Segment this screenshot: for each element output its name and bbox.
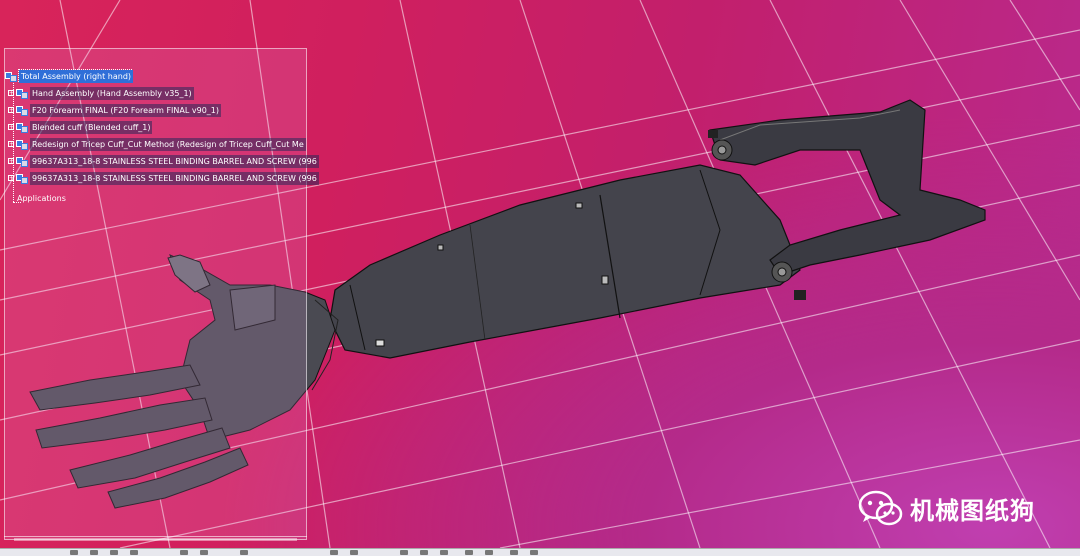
expand-icon[interactable]: +	[8, 158, 14, 165]
expand-icon[interactable]: +	[8, 175, 14, 182]
toolbar-button[interactable]	[530, 550, 538, 555]
specification-tree-panel[interactable]: Total Assembly (right hand) + Hand Assem…	[4, 48, 319, 540]
tree-node-binding-barrel-2[interactable]: + 99637A313_18-8 STAINLESS STEEL BINDING…	[8, 171, 319, 185]
toolbar-button[interactable]	[90, 550, 98, 555]
tree-node-label: Blended cuff (Blended cuff_1)	[30, 120, 153, 134]
tree-node-label: Applications	[17, 193, 66, 203]
scrollbar-thumb[interactable]	[14, 538, 297, 541]
toolbar-button[interactable]	[70, 550, 78, 555]
watermark-text: 机械图纸狗	[910, 496, 1035, 525]
tree-node-tricep-cuff[interactable]: + Redesign of Tricep Cuff_Cut Method (Re…	[8, 137, 306, 151]
part-icon	[16, 172, 28, 184]
tree-node-label: Redesign of Tricep Cuff_Cut Method (Rede…	[30, 137, 306, 151]
wechat-icon	[858, 490, 903, 526]
toolbar-button[interactable]	[465, 550, 473, 555]
tree-node-applications[interactable]: Applications	[15, 191, 68, 205]
toolbar-button[interactable]	[350, 550, 358, 555]
assembly-icon	[5, 70, 17, 82]
toolbar-button[interactable]	[200, 550, 208, 555]
tree-node-label: Hand Assembly (Hand Assembly v35_1)	[30, 86, 194, 100]
tree-node-label: F20 Forearm FINAL (F20 Forearm FINAL v90…	[30, 103, 221, 117]
toolbar-button[interactable]	[130, 550, 138, 555]
toolbar-button[interactable]	[240, 550, 248, 555]
toolbar-button[interactable]	[510, 550, 518, 555]
tree-horizontal-scrollbar[interactable]	[4, 536, 307, 543]
tree-node-hand-assembly[interactable]: + Hand Assembly (Hand Assembly v35_1)	[8, 86, 194, 100]
product-icon	[16, 87, 28, 99]
expand-icon[interactable]: +	[8, 124, 14, 131]
tree-node-root-label: Total Assembly (right hand)	[17, 69, 134, 83]
toolbar-button[interactable]	[400, 550, 408, 555]
watermark: 机械图纸狗	[858, 488, 1035, 528]
toolbar-button[interactable]	[110, 550, 118, 555]
tree-node-blended-cuff[interactable]: + Blended cuff (Blended cuff_1)	[8, 120, 153, 134]
tree-node-forearm[interactable]: + F20 Forearm FINAL (F20 Forearm FINAL v…	[8, 103, 221, 117]
part-icon	[16, 121, 28, 133]
toolbar-button[interactable]	[330, 550, 338, 555]
forearm-model	[329, 99, 986, 359]
expand-icon[interactable]: +	[8, 107, 14, 114]
tree-node-root[interactable]: Total Assembly (right hand)	[5, 69, 134, 83]
tree-node-binding-barrel-1[interactable]: + 99637A313_18-8 STAINLESS STEEL BINDING…	[8, 154, 319, 168]
toolbar-button[interactable]	[440, 550, 448, 555]
expand-icon[interactable]: +	[8, 90, 14, 97]
toolbar-button[interactable]	[420, 550, 428, 555]
toolbar-button[interactable]	[180, 550, 188, 555]
part-icon	[16, 155, 28, 167]
tree-node-label: 99637A313_18-8 STAINLESS STEEL BINDING B…	[30, 171, 319, 185]
expand-icon[interactable]: +	[8, 141, 14, 148]
product-icon	[16, 104, 28, 116]
tree-node-label: 99637A313_18-8 STAINLESS STEEL BINDING B…	[30, 154, 319, 168]
part-icon	[16, 138, 28, 150]
toolbar-button[interactable]	[485, 550, 493, 555]
